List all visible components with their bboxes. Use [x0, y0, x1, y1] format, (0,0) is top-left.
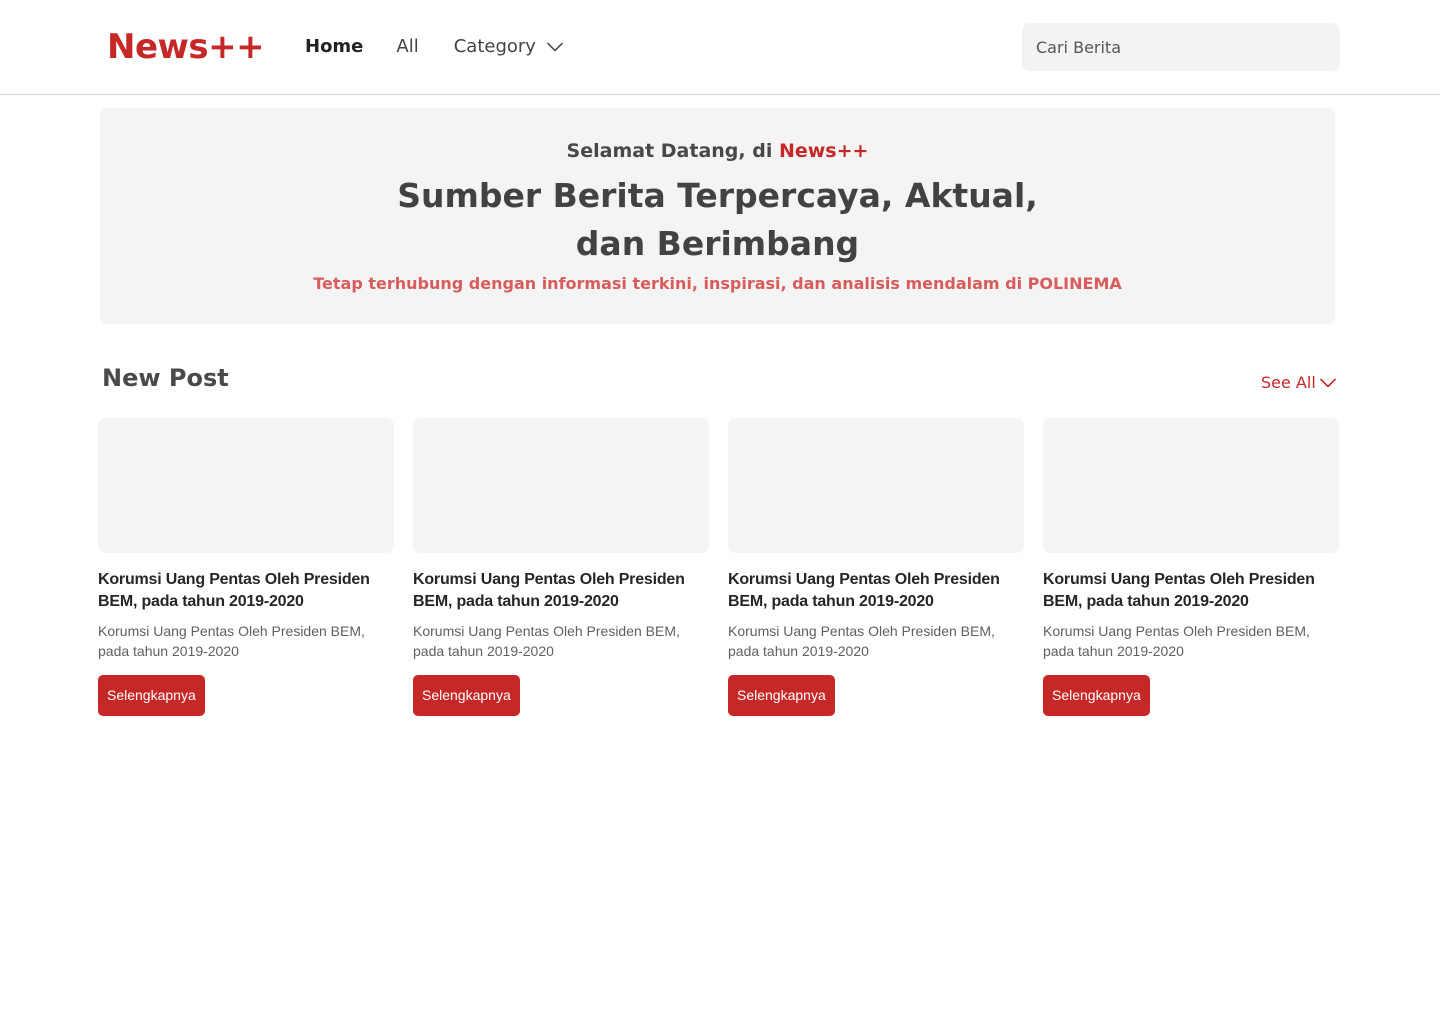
nav-category-label: Category — [453, 36, 536, 57]
search-input[interactable] — [1022, 23, 1340, 71]
hero-banner: Selamat Datang, di News++ Sumber Berita … — [100, 108, 1335, 324]
post-card: Korumsi Uang Pentas Oleh Presiden BEM, p… — [413, 418, 709, 716]
post-thumbnail[interactable] — [728, 418, 1024, 553]
post-title[interactable]: Korumsi Uang Pentas Oleh Presiden BEM, p… — [728, 569, 1024, 613]
post-title[interactable]: Korumsi Uang Pentas Oleh Presiden BEM, p… — [1043, 569, 1339, 613]
post-description: Korumsi Uang Pentas Oleh Presiden BEM, p… — [728, 623, 995, 659]
hero-subtitle: Tetap terhubung dengan informasi terkini… — [313, 274, 1122, 293]
post-description: Korumsi Uang Pentas Oleh Presiden BEM, p… — [413, 623, 680, 659]
see-all-label: See All — [1261, 373, 1316, 392]
new-post-heading: New Post — [102, 364, 229, 392]
post-title[interactable]: Korumsi Uang Pentas Oleh Presiden BEM, p… — [98, 569, 394, 613]
top-navbar: News++ Home All Category — [0, 0, 1440, 95]
site-logo[interactable]: News++ — [107, 27, 265, 67]
post-thumbnail[interactable] — [413, 418, 709, 553]
hero-welcome-brand: News++ — [778, 140, 869, 162]
nav-home-link[interactable]: Home — [305, 33, 363, 61]
post-card-list: Korumsi Uang Pentas Oleh Presiden BEM, p… — [98, 418, 1339, 716]
read-more-button[interactable]: Selengkapnya — [413, 675, 520, 716]
read-more-button[interactable]: Selengkapnya — [1043, 675, 1150, 716]
see-all-link[interactable]: See All — [1261, 372, 1336, 394]
post-card: Korumsi Uang Pentas Oleh Presiden BEM, p… — [1043, 418, 1339, 716]
post-card: Korumsi Uang Pentas Oleh Presiden BEM, p… — [728, 418, 1024, 716]
read-more-button[interactable]: Selengkapnya — [728, 675, 835, 716]
hero-welcome: Selamat Datang, di News++ — [100, 138, 1335, 164]
post-thumbnail[interactable] — [1043, 418, 1339, 553]
main-nav: Home All Category — [305, 33, 563, 61]
chevron-down-icon — [547, 42, 563, 52]
nav-category-dropdown[interactable]: Category — [454, 33, 563, 61]
post-description: Korumsi Uang Pentas Oleh Presiden BEM, p… — [1043, 623, 1310, 659]
chevron-down-icon — [1319, 378, 1336, 388]
read-more-button[interactable]: Selengkapnya — [98, 675, 205, 716]
post-thumbnail[interactable] — [98, 418, 394, 553]
hero-title: Sumber Berita Terpercaya, Aktual, dan Be… — [397, 176, 1038, 263]
nav-all-link[interactable]: All — [396, 33, 418, 61]
post-card: Korumsi Uang Pentas Oleh Presiden BEM, p… — [98, 418, 394, 716]
post-description: Korumsi Uang Pentas Oleh Presiden BEM, p… — [98, 623, 365, 659]
post-title[interactable]: Korumsi Uang Pentas Oleh Presiden BEM, p… — [413, 569, 709, 613]
hero-welcome-prefix: Selamat Datang, di — [566, 140, 779, 162]
